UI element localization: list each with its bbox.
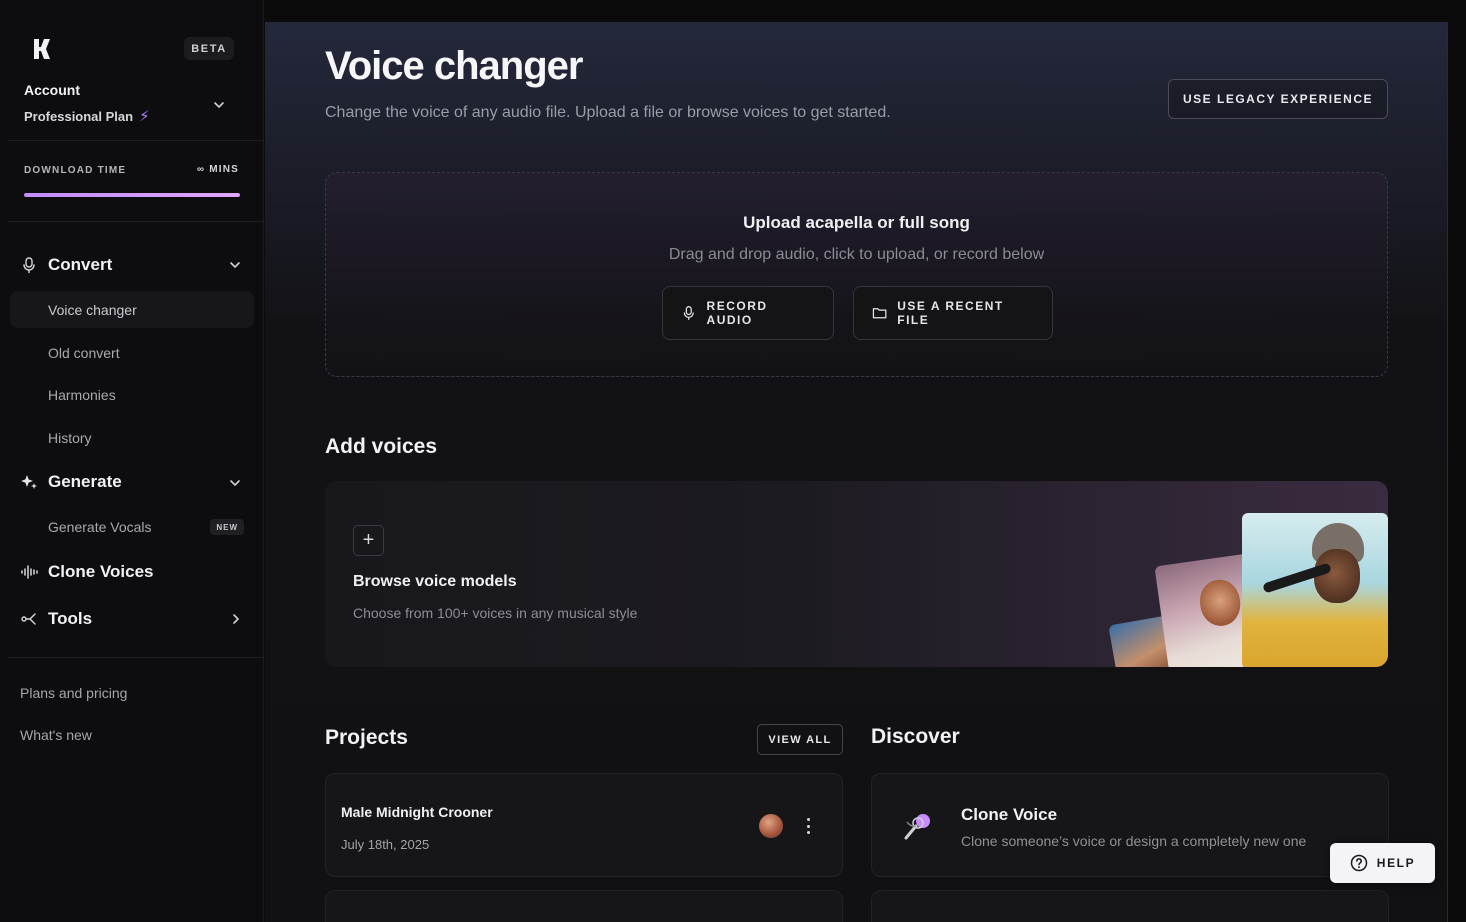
record-audio-button[interactable]: RECORD AUDIO <box>662 286 834 340</box>
chevron-down-icon[interactable] <box>212 98 226 112</box>
main-content: Voice changer Change the voice of any au… <box>265 22 1448 922</box>
plan-name: Professional Plan ⚡ <box>24 107 150 125</box>
discover-card[interactable] <box>871 890 1389 922</box>
lightning-icon: ⚡ <box>139 108 150 125</box>
browse-voice-models-card[interactable]: + Browse voice models Choose from 100+ v… <box>325 481 1388 667</box>
project-card[interactable] <box>325 890 843 922</box>
waveform-icon <box>21 565 38 579</box>
view-all-button[interactable]: VIEW ALL <box>757 724 843 755</box>
upload-dropzone[interactable]: Upload acapella or full song Drag and dr… <box>325 172 1388 377</box>
plans-pricing-link[interactable]: Plans and pricing <box>20 685 127 701</box>
chevron-down-icon[interactable] <box>228 258 242 272</box>
help-label: HELP <box>1376 856 1416 870</box>
record-audio-label: RECORD AUDIO <box>706 299 768 327</box>
upload-title: Upload acapella or full song <box>743 213 970 232</box>
account-switcher[interactable]: Account Professional Plan ⚡ <box>24 82 150 125</box>
divider <box>8 657 264 658</box>
chevron-right-icon[interactable] <box>229 612 243 626</box>
page-subtitle: Change the voice of any audio file. Uplo… <box>325 104 891 121</box>
nav-section-tools[interactable]: Tools <box>20 609 92 629</box>
use-recent-file-label: USE A RECENT FILE <box>897 299 1004 327</box>
projects-heading: Projects <box>325 726 408 749</box>
new-badge: NEW <box>210 519 244 535</box>
tools-icon <box>21 613 36 625</box>
help-button[interactable]: HELP <box>1330 843 1435 883</box>
sidebar-item-history[interactable]: History <box>10 419 254 456</box>
download-time-bar <box>24 193 240 197</box>
sparkle-icon <box>21 475 37 489</box>
nav-section-clone-voices[interactable]: Clone Voices <box>20 562 154 582</box>
help-circle-icon <box>1350 854 1368 872</box>
project-card[interactable]: Male Midnight Crooner July 18th, 2025 <box>325 773 843 877</box>
whats-new-link[interactable]: What's new <box>20 727 92 743</box>
sidebar-item-harmonies[interactable]: Harmonies <box>10 376 254 413</box>
page-title: Voice changer <box>325 44 583 88</box>
use-legacy-experience-button[interactable]: USE LEGACY EXPERIENCE <box>1168 79 1388 119</box>
microphone-icon <box>683 306 694 320</box>
discover-heading: Discover <box>871 725 960 748</box>
nav-section-generate[interactable]: Generate <box>20 472 122 492</box>
project-date: July 18th, 2025 <box>341 837 430 852</box>
plan-label: Professional Plan <box>24 108 134 124</box>
more-options-icon[interactable] <box>803 816 813 836</box>
browse-subtitle: Choose from 100+ voices in any musical s… <box>353 605 638 621</box>
face-shape <box>1314 549 1360 603</box>
nav-section-label: Convert <box>48 255 113 274</box>
add-voices-heading: Add voices <box>325 435 438 458</box>
use-recent-file-button[interactable]: USE A RECENT FILE <box>853 286 1053 340</box>
sidebar-item-label: Generate Vocals <box>48 518 152 535</box>
sidebar-item-old-convert[interactable]: Old convert <box>10 334 254 371</box>
nav-section-label: Clone Voices <box>48 562 154 581</box>
voice-avatar <box>759 814 783 838</box>
browse-title: Browse voice models <box>353 573 517 590</box>
beta-badge: BETA <box>184 37 234 60</box>
singer-photo <box>1242 513 1388 667</box>
clone-voice-icon <box>904 814 930 840</box>
folder-icon <box>872 308 887 319</box>
upload-subtitle: Drag and drop audio, click to upload, or… <box>668 246 1045 263</box>
download-time-label: DOWNLOAD TIME <box>24 165 127 176</box>
sidebar: BETA Account Professional Plan ⚡ DOWNLOA… <box>0 0 264 922</box>
nav-section-label: Generate <box>48 472 122 491</box>
discover-title: Clone Voice <box>961 805 1058 824</box>
nav-section-label: Tools <box>48 609 93 628</box>
discover-subtitle: Clone someone’s voice or design a comple… <box>961 833 1307 849</box>
microphone-icon <box>23 257 35 274</box>
app-logo-icon[interactable] <box>32 38 54 60</box>
nav-section-convert[interactable]: Convert <box>20 255 112 275</box>
face-shape <box>1197 577 1244 629</box>
divider <box>8 140 264 141</box>
sidebar-item-voice-changer[interactable]: Voice changer <box>10 291 254 328</box>
project-name: Male Midnight Crooner <box>341 804 493 820</box>
plus-icon: + <box>353 525 384 556</box>
download-time-value: ∞ MINS <box>196 164 239 175</box>
divider <box>8 221 264 222</box>
download-time-fill <box>24 193 240 197</box>
discover-card-clone-voice[interactable]: Clone Voice Clone someone’s voice or des… <box>871 773 1389 877</box>
account-label: Account <box>24 82 80 98</box>
chevron-down-icon[interactable] <box>228 476 242 490</box>
sidebar-item-generate-vocals[interactable]: Generate Vocals NEW <box>10 508 254 545</box>
